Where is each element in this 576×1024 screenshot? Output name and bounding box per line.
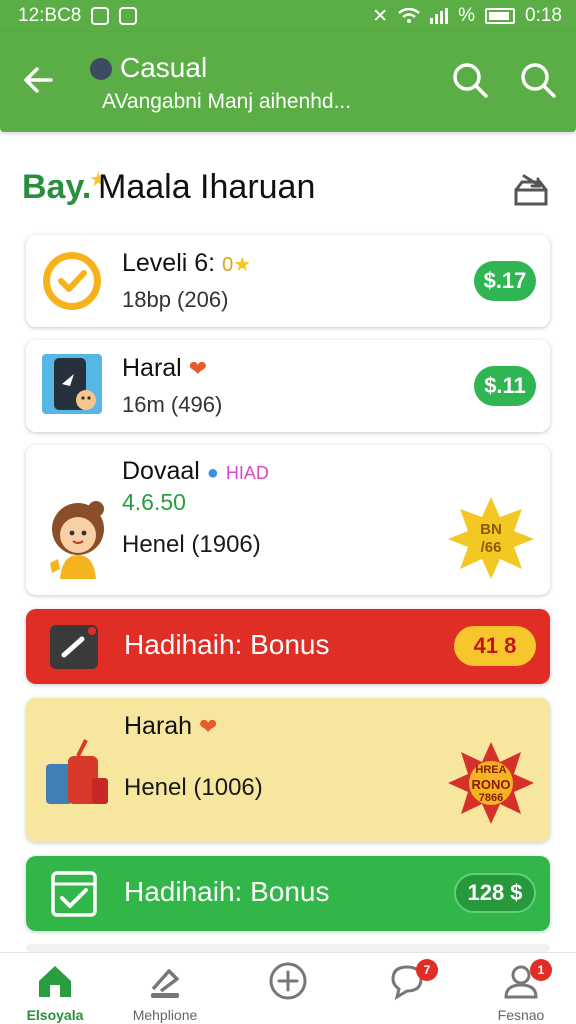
- bonus-pill[interactable]: 128 $: [454, 873, 536, 913]
- heart-icon: ❤: [188, 356, 208, 381]
- game-card[interactable]: Leveli 6: 0★ 18bp (206) $.17: [26, 235, 550, 327]
- card-tag: HIAD: [225, 463, 269, 483]
- app-notification-icon: [119, 7, 138, 25]
- nav-item-messages[interactable]: 7: [352, 953, 462, 1024]
- bottom-nav: Elsoyala Mehplione 7 1 Fesnao: [0, 952, 576, 1024]
- burst-text-line1: HREA: [475, 764, 507, 776]
- header-subtitle: AVangabni Manj aihenhd...: [102, 90, 352, 113]
- burst-text-line1: BN: [480, 521, 502, 538]
- gavel-icon: [151, 969, 179, 998]
- category-icon: [90, 58, 112, 80]
- star-icon: ★: [233, 254, 252, 276]
- verified-icon: ●: [206, 462, 219, 484]
- share-button[interactable]: [510, 168, 552, 210]
- card-title: Haral ❤: [122, 354, 208, 382]
- checkbox-icon: [51, 871, 97, 917]
- game-card[interactable]: Dovaal ● HIAD 4.6.50 Henel (1906) BN /66: [26, 445, 550, 595]
- card-subtitle: Henel (1906): [122, 531, 261, 558]
- burst-text-line2: RONO: [471, 777, 511, 792]
- gift-tablet-icon: [50, 625, 98, 669]
- notification-icon: [91, 7, 110, 25]
- plus-circle-icon: [269, 962, 307, 1000]
- nav-item-add[interactable]: [233, 953, 343, 1024]
- discount-burst: BN /66: [446, 495, 536, 581]
- game-card[interactable]: Haral ❤ 16m (496) $.11: [26, 340, 550, 432]
- search-icon: [453, 63, 488, 98]
- mute-icon: ✕: [372, 5, 389, 27]
- home-icon: [39, 966, 71, 997]
- nav-item-home[interactable]: Elsoyala: [0, 953, 110, 1024]
- price-pill[interactable]: $.17: [474, 261, 536, 301]
- card-subtitle: 18bp (206): [122, 287, 229, 312]
- header-title: Casual: [120, 52, 208, 83]
- level-tag: 0: [222, 254, 234, 276]
- card-subtitle: 16m (496): [122, 392, 223, 417]
- nav-label: Elsoyala: [26, 1007, 84, 1023]
- inbox-share-icon: [514, 174, 548, 206]
- character-girl-icon: [50, 501, 104, 579]
- nav-label: Mehplione: [132, 1007, 198, 1023]
- burst-badge-icon: [448, 497, 534, 579]
- search-button[interactable]: [448, 58, 492, 102]
- card-title: Dovaal ● HIAD: [122, 457, 269, 485]
- page-title: Maala Iharuan: [98, 168, 316, 206]
- tablet-game-icon: [42, 354, 102, 414]
- status-time-left: 12:BC8: [18, 5, 82, 26]
- wifi-icon: [398, 8, 420, 23]
- filter-search-button[interactable]: [516, 58, 560, 102]
- nav-label: Fesnao: [497, 1007, 545, 1023]
- back-button[interactable]: [18, 60, 58, 100]
- heart-icon: ❤: [199, 714, 218, 739]
- shopping-bags-icon: [46, 739, 108, 804]
- bonus-pill[interactable]: 41 8: [454, 626, 536, 666]
- card-price: 4.6.50: [122, 489, 186, 515]
- discount-burst: HREA RONO 7866: [448, 740, 534, 826]
- arrow-left-icon: [24, 67, 53, 93]
- search-icon: [521, 63, 556, 98]
- battery-percent: %: [458, 5, 476, 26]
- bonus-banner[interactable]: Hadihaih: Bonus 128 $: [26, 856, 550, 931]
- burst-text-line3: 7866: [478, 792, 504, 804]
- price-pill[interactable]: $.11: [474, 366, 536, 406]
- bonus-label: Hadihaih: Bonus: [124, 876, 330, 907]
- bonus-label: Hadihaih: Bonus: [124, 629, 330, 660]
- status-bar: 12:BC8 ✕ % 0:18: [0, 0, 576, 32]
- card-title: Leveli 6: 0★: [122, 249, 252, 277]
- bonus-banner[interactable]: Hadihaih: Bonus 41 8: [26, 609, 550, 684]
- notification-badge: 7: [416, 959, 438, 981]
- burst-text-line2: /66: [480, 539, 502, 556]
- nav-item-profile[interactable]: 1 Fesnao: [466, 953, 576, 1024]
- nav-item-auction[interactable]: Mehplione: [110, 953, 220, 1024]
- signal-icon: [430, 8, 449, 24]
- checkmark-badge-icon: [43, 252, 101, 310]
- game-card[interactable]: Harah ❤ Henel (1006) HREA RONO 7866: [26, 698, 550, 842]
- card-title: Harah ❤: [124, 712, 218, 740]
- battery-icon: [485, 8, 516, 24]
- list-more-hint: [26, 944, 550, 952]
- card-subtitle: Henel (1006): [124, 774, 263, 801]
- status-time-right: 0:18: [525, 5, 562, 26]
- notification-badge: 1: [530, 959, 552, 981]
- app-header: Casual AVangabni Manj aihenhd...: [0, 32, 576, 132]
- brand-logo: Bay.★: [22, 168, 108, 206]
